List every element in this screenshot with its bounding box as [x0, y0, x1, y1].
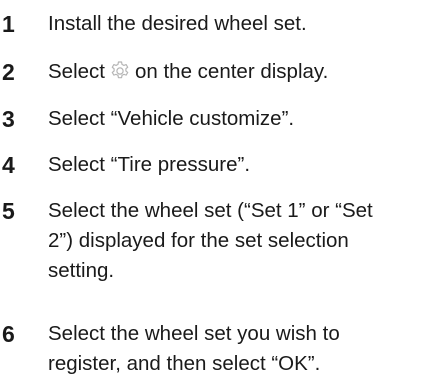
step-text: Select “Vehicle customize”.	[48, 104, 421, 134]
step-text-line: Select “Tire pressure”.	[48, 153, 251, 176]
step-text: Select the wheel set you wish to registe…	[48, 319, 421, 379]
step-number: 3	[2, 106, 15, 132]
step-3: 3 Select “Vehicle customize”.	[0, 104, 421, 134]
step-text-line: Install the desired wheel set.	[48, 12, 307, 35]
step-text-line: setting.	[48, 259, 115, 282]
step-number: 5	[2, 198, 15, 224]
step-number: 6	[2, 321, 15, 347]
step-5: 5 Select the wheel set (“Set 1” or “Set …	[0, 196, 421, 286]
step-6: 6 Select the wheel set you wish to regis…	[0, 319, 421, 379]
step-text-line: 2”) displayed for the set selection	[48, 229, 349, 252]
step-number: 4	[2, 152, 15, 178]
step-text-line: Select the wheel set (“Set 1” or “Set	[48, 199, 373, 222]
step-text-line: Select “Vehicle customize”.	[48, 107, 295, 130]
step-4: 4 Select “Tire pressure”.	[0, 150, 421, 180]
step-text: Select the wheel set (“Set 1” or “Set 2”…	[48, 196, 421, 286]
step-number: 2	[2, 59, 15, 85]
gear-icon	[109, 60, 131, 82]
step-text-line: Select the wheel set you wish to	[48, 322, 340, 345]
step-text-after-icon: on the center display.	[134, 60, 329, 83]
step-number: 1	[2, 11, 15, 37]
step-text: Select “Tire pressure”.	[48, 150, 421, 180]
step-text: Select on the center display.	[48, 57, 421, 87]
step-1: 1 Install the desired wheel set.	[0, 9, 421, 39]
step-2: 2 Select on the center display.	[0, 57, 421, 87]
step-text: Install the desired wheel set.	[48, 9, 421, 39]
step-text-line: register, and then select “OK”.	[48, 352, 321, 375]
step-text-before-icon: Select	[48, 60, 105, 83]
